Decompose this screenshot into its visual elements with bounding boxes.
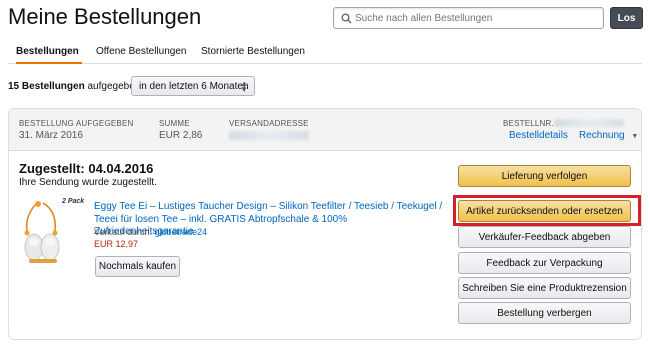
archive-order-button[interactable]: Bestellung verbergen xyxy=(458,302,631,324)
order-date-value: 31. März 2016 xyxy=(19,130,83,141)
return-or-replace-button[interactable]: Artikel zurücksenden oder ersetzen xyxy=(458,200,631,222)
order-details-link[interactable]: Bestelldetails xyxy=(509,130,568,141)
order-total-label: SUMME xyxy=(159,119,190,128)
tab-stornierte-bestellungen[interactable]: Stornierte Bestellungen xyxy=(201,46,305,64)
pack-label: 2 Pack xyxy=(62,198,85,205)
search-icon xyxy=(337,13,355,24)
order-number-redacted xyxy=(554,119,624,127)
search-button[interactable]: Los xyxy=(610,7,643,29)
period-select-value: in den letzten 6 Monaten xyxy=(139,80,249,92)
buy-again-button[interactable]: Nochmals kaufen xyxy=(95,256,180,277)
order-card: BESTELLUNG AUFGEGEBEN 31. März 2016 SUMM… xyxy=(8,108,642,340)
sold-by-label: Verkauf durch: xyxy=(94,227,153,237)
period-select[interactable]: in den letzten 6 Monaten ▲ ▼ xyxy=(131,76,255,96)
page-title: Meine Bestellungen xyxy=(8,4,202,29)
tab-offene-bestellungen[interactable]: Offene Bestellungen xyxy=(96,46,186,64)
search-box[interactable] xyxy=(333,7,604,29)
shipping-address-redacted[interactable] xyxy=(229,131,309,140)
order-total-value: EUR 2,86 xyxy=(159,130,203,141)
delivery-status-title: Zugestellt: 04.04.2016 xyxy=(19,161,154,176)
tab-bestellungen[interactable]: Bestellungen xyxy=(16,46,82,64)
search-input[interactable] xyxy=(355,12,595,24)
order-count: 15 Bestellungen aufgegeben xyxy=(8,81,140,92)
order-number-label: BESTELLNR. xyxy=(503,119,554,128)
write-review-button[interactable]: Schreiben Sie eine Produktrezension xyxy=(458,277,631,299)
seller-feedback-button[interactable]: Verkäufer-Feedback abgeben xyxy=(458,226,631,248)
order-header: BESTELLUNG AUFGEGEBEN 31. März 2016 SUMM… xyxy=(9,109,641,151)
shipping-address-label: VERSANDADRESSE xyxy=(229,119,309,128)
chevron-down-icon: ▲ ▼ xyxy=(240,79,248,94)
product-price: EUR 12,97 xyxy=(94,239,139,249)
track-package-button[interactable]: Lieferung verfolgen xyxy=(458,165,631,187)
invoice-dropdown[interactable]: Rechnung ▼ xyxy=(579,130,638,141)
invoice-link-label: Rechnung xyxy=(579,130,625,141)
order-tabs: Bestellungen Offene Bestellungen Stornie… xyxy=(8,46,642,64)
order-count-number: 15 Bestellungen xyxy=(8,81,85,92)
delivery-status-text: Ihre Sendung wurde zugestellt. xyxy=(19,177,157,188)
product-image[interactable]: 2 Pack xyxy=(19,195,97,267)
packaging-feedback-button[interactable]: Feedback zur Verpackung xyxy=(458,252,631,274)
caret-down-icon: ▼ xyxy=(631,133,639,140)
order-date-label: BESTELLUNG AUFGEGEBEN xyxy=(19,119,134,128)
seller-link[interactable]: globetrade24 xyxy=(155,227,208,237)
seller-line: Verkauf durch: globetrade24 xyxy=(94,227,207,237)
